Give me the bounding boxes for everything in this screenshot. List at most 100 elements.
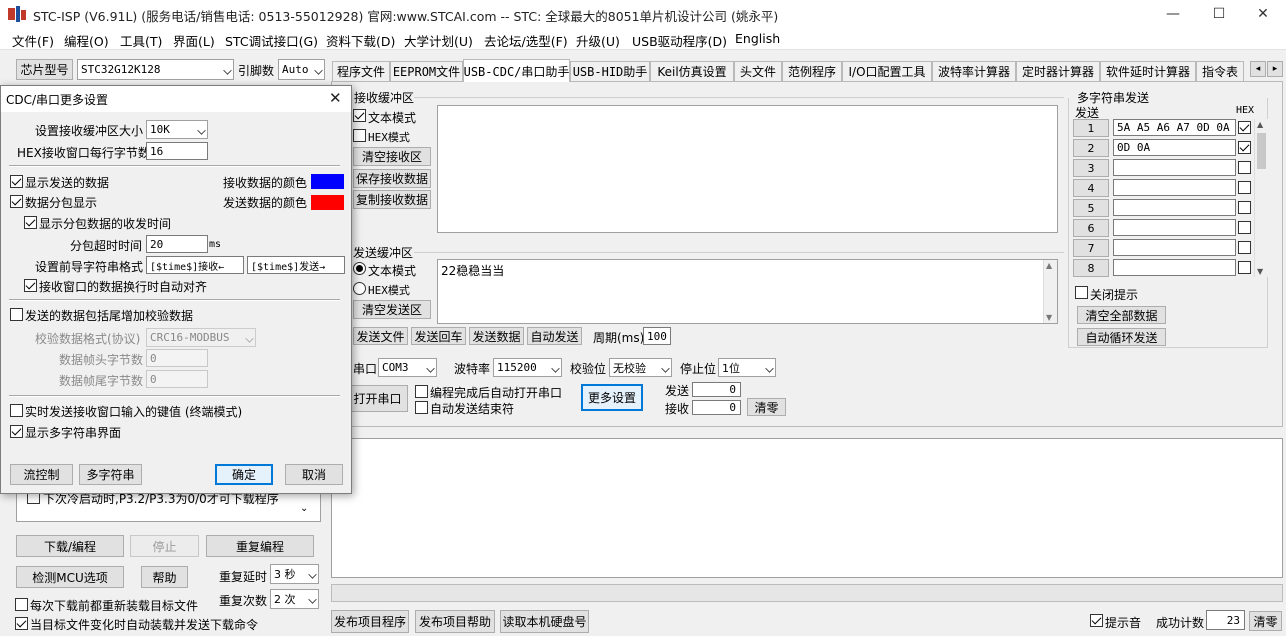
menu-stc-debug[interactable]: STC调试接口(G) [225,31,318,50]
cancel-button[interactable]: 取消 [285,464,343,485]
tab-usb-hid[interactable]: USB-HID助手 [570,61,650,81]
multi-send-row-button[interactable]: 3 [1073,159,1109,177]
repeat-count-select[interactable]: 2 次 [270,589,319,609]
multi-send-scrollbar[interactable]: ▲ ▼ [1254,119,1268,277]
tab-header-file[interactable]: 头文件 [734,61,782,81]
multi-send-row-button[interactable]: 6 [1073,219,1109,237]
send-hex-mode-radio[interactable] [353,282,366,295]
repeat-delay-select[interactable]: 3 秒 [270,564,319,584]
multi-hex-checkbox[interactable] [1238,201,1251,214]
tab-baud-calc[interactable]: 波特率计算器 [932,61,1016,81]
maximize-button[interactable]: ☐ [1196,0,1242,28]
check-mcu-button[interactable]: 检测MCU选项 [16,566,124,588]
multi-send-input[interactable] [1113,219,1236,236]
rx-prefix-input[interactable]: [$time$]接收← [146,256,244,274]
open-port-button[interactable]: 打开串口 [347,385,408,412]
parity-select[interactable]: 无校验 [609,358,672,377]
more-settings-button[interactable]: 更多设置 [581,384,643,411]
clear-receive-button[interactable]: 清空接收区 [353,147,431,166]
chip-type-button[interactable]: 芯片型号 [16,59,73,80]
menu-usb-driver[interactable]: USB驱动程序(D) [632,31,727,50]
clear-success-count-button[interactable]: 清零 [1249,611,1282,631]
auto-end-char-checkbox[interactable] [415,401,428,414]
multi-send-row-button[interactable]: 1 [1073,119,1109,137]
hex-bytes-per-line-input[interactable]: 16 [146,142,208,160]
tab-instructions[interactable]: 指令表 [1196,61,1244,81]
send-scrollbar[interactable]: ▲ ▼ [1043,260,1057,323]
ok-button[interactable]: 确定 [215,464,273,485]
multi-send-row-button[interactable]: 7 [1073,239,1109,257]
multi-hex-checkbox[interactable] [1238,241,1251,254]
tx-color-swatch[interactable] [311,195,344,210]
publish-help-button[interactable]: 发布项目帮助 [415,610,495,633]
port-select[interactable]: COM3 [378,358,437,377]
tab-scroll-left-button[interactable]: ◂ [1250,61,1266,77]
tab-delay-calc[interactable]: 软件延时计算器 [1100,61,1196,81]
send-return-button[interactable]: 发送回车 [411,327,466,345]
checksum-format-select[interactable]: CRC16-MODBUS [146,328,256,347]
menu-english[interactable]: English [735,31,780,46]
menu-downloads[interactable]: 资料下载(D) [326,31,395,50]
flow-control-button[interactable]: 流控制 [10,464,73,485]
multi-send-input[interactable] [1113,159,1236,176]
tab-keil-sim[interactable]: Keil仿真设置 [650,61,734,81]
tab-io-config[interactable]: I/O口配置工具 [842,61,932,81]
rx-buffer-size-select[interactable]: 10K [146,120,208,139]
chip-type-select[interactable]: STC32G12K128 [77,59,234,80]
publish-program-button[interactable]: 发布项目程序 [331,610,409,633]
multi-send-row-button[interactable]: 4 [1073,179,1109,197]
show-sent-data-checkbox[interactable] [10,175,23,188]
tail-bytes-input[interactable]: 0 [146,370,208,388]
menu-tools[interactable]: 工具(T) [120,31,162,50]
download-program-button[interactable]: 下载/编程 [16,535,124,557]
auto-reload-checkbox[interactable] [15,617,28,630]
multi-hex-checkbox[interactable] [1238,181,1251,194]
clear-send-button[interactable]: 清空发送区 [353,300,431,319]
menu-interface[interactable]: 界面(L) [173,31,215,50]
auto-send-button[interactable]: 自动发送 [527,327,582,345]
beep-checkbox[interactable] [1090,614,1103,627]
reload-before-download-checkbox[interactable] [15,598,28,611]
multi-hex-checkbox[interactable] [1238,121,1251,134]
tab-examples[interactable]: 范例程序 [782,61,842,81]
menu-forum[interactable]: 去论坛/选型(F) [484,31,568,50]
multi-send-input[interactable] [1113,179,1236,196]
send-data-button[interactable]: 发送数据 [469,327,524,345]
multi-send-input[interactable]: 0D 0A [1113,139,1236,156]
minimize-button[interactable]: — [1150,0,1196,28]
auto-open-port-checkbox[interactable] [415,385,428,398]
tab-timer-calc[interactable]: 定时器计算器 [1016,61,1100,81]
clear-counts-button[interactable]: 清零 [747,398,786,416]
multi-send-input[interactable]: 5A A5 A6 A7 0D 0A [1113,119,1236,136]
multi-send-row-button[interactable]: 8 [1073,259,1109,277]
multi-send-row-button[interactable]: 2 [1073,139,1109,157]
tab-eeprom-file[interactable]: EEPROM文件 [390,61,463,81]
menu-university[interactable]: 大学计划(U) [404,31,473,50]
show-packet-time-checkbox[interactable] [24,216,37,229]
pin-count-select[interactable]: Auto [278,59,325,80]
close-hint-checkbox[interactable] [1075,286,1088,299]
multi-hex-checkbox[interactable] [1238,141,1251,154]
receive-text-mode-checkbox[interactable] [353,109,366,122]
multi-send-row-button[interactable]: 5 [1073,199,1109,217]
read-disk-id-button[interactable]: 读取本机硬盘号 [500,610,589,633]
multi-send-input[interactable] [1113,259,1236,276]
receive-hex-mode-checkbox[interactable] [353,129,366,142]
multi-send-input[interactable] [1113,199,1236,216]
multi-hex-checkbox[interactable] [1238,161,1251,174]
save-receive-button[interactable]: 保存接收数据 [353,169,431,188]
tx-prefix-input[interactable]: [$time$]发送→ [247,256,345,274]
copy-receive-button[interactable]: 复制接收数据 [353,190,431,209]
show-multi-string-checkbox[interactable] [10,425,23,438]
stop-bits-select[interactable]: 1位 [718,358,776,377]
menu-upgrade[interactable]: 升级(U) [576,31,620,50]
menu-program[interactable]: 编程(O) [64,31,109,50]
auto-loop-send-button[interactable]: 自动循环发送 [1077,328,1166,346]
rx-color-swatch[interactable] [311,174,344,189]
scroll-thumb[interactable] [1257,133,1266,169]
split-packets-checkbox[interactable] [10,195,23,208]
tab-program-file[interactable]: 程序文件 [332,61,390,81]
send-text-mode-radio[interactable] [353,262,366,275]
menu-file[interactable]: 文件(F) [12,31,54,50]
multi-hex-checkbox[interactable] [1238,221,1251,234]
